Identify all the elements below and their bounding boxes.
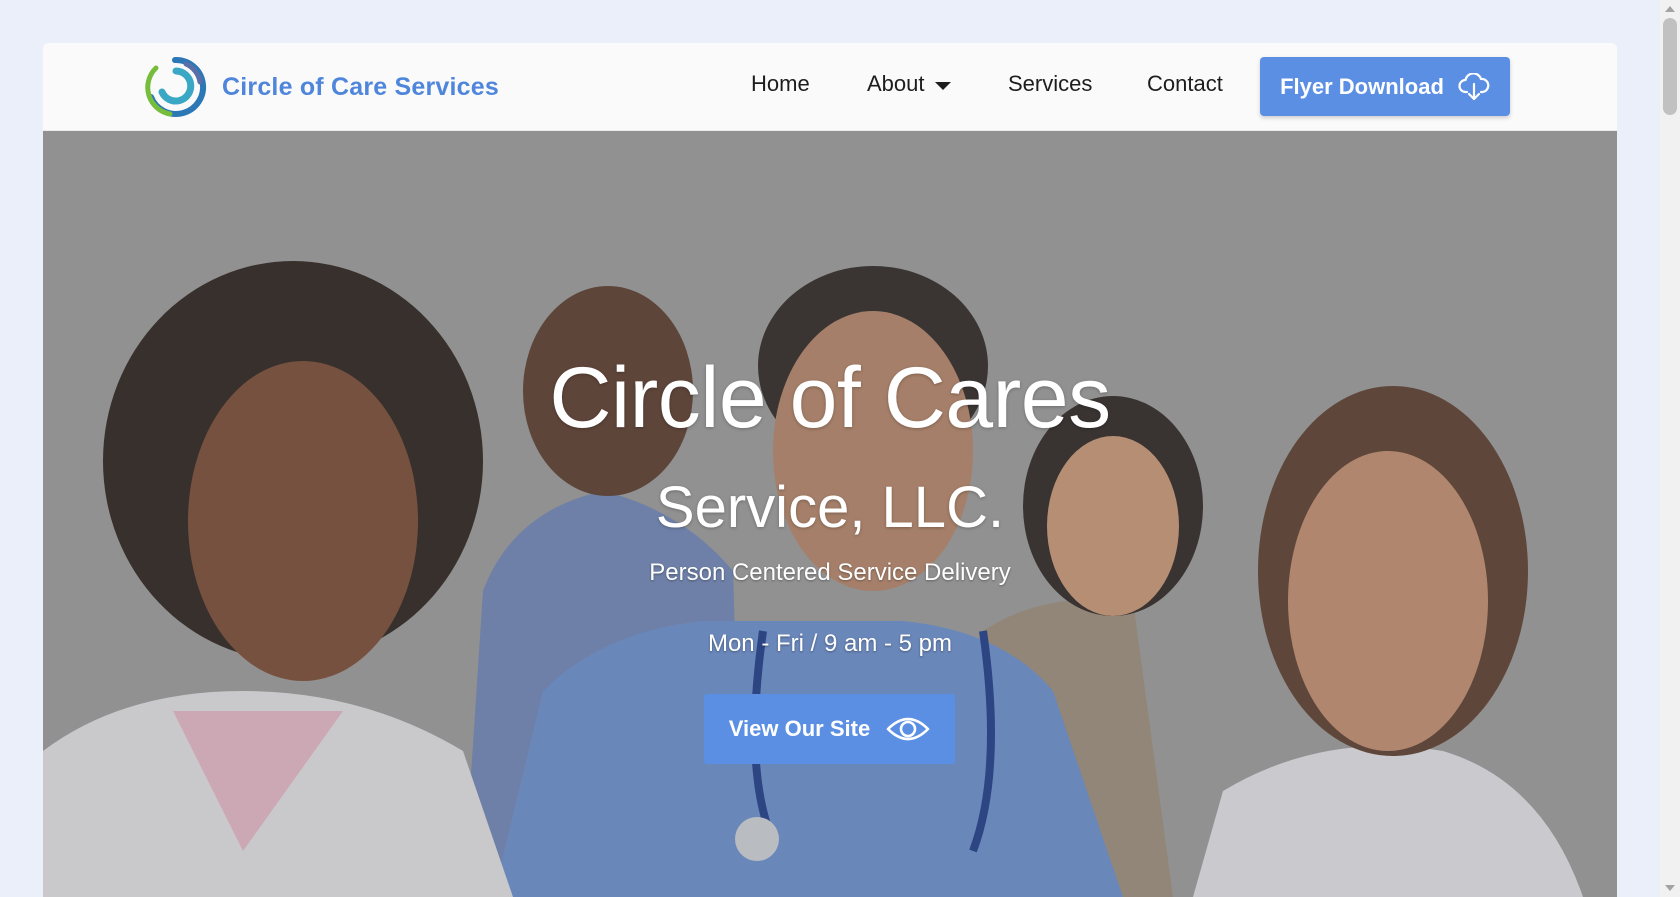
hero-subtitle: Service, LLC. [655, 475, 1005, 540]
nav-about[interactable]: About [867, 71, 951, 97]
hero-section: Circle of Cares Service, LLC. Person Cen… [43, 131, 1617, 897]
scroll-up-arrow-icon[interactable] [1665, 6, 1675, 12]
hero-hours: Mon - Fri / 9 am - 5 pm [707, 630, 953, 657]
nav-contact-label[interactable]: Contact [1147, 71, 1223, 97]
circle-swirl-logo [145, 56, 207, 117]
flyer-download-label[interactable]: Flyer Download [1280, 74, 1444, 100]
eye-icon[interactable] [886, 715, 930, 743]
brand[interactable]: Circle of Care Services [140, 53, 499, 121]
nav-about-label[interactable]: About [867, 71, 925, 97]
cloud-download-icon[interactable] [1458, 72, 1490, 101]
caret-down-icon[interactable] [934, 81, 951, 90]
nav-home-label[interactable]: Home [751, 71, 810, 97]
flyer-download-button[interactable]: Flyer Download [1260, 57, 1510, 116]
view-our-site-button[interactable]: View Our Site [704, 694, 955, 764]
brand-name[interactable]: Circle of Care Services [222, 73, 499, 102]
nav-home[interactable]: Home [751, 71, 810, 97]
nav-contact[interactable]: Contact [1147, 71, 1223, 97]
view-our-site-label[interactable]: View Our Site [729, 716, 870, 742]
navbar: Circle of Care Services Home About Servi… [43, 43, 1617, 131]
scrollbar-thumb[interactable] [1663, 18, 1677, 115]
scrollbar[interactable] [1660, 0, 1680, 897]
hero-title: Circle of Cares [549, 350, 1111, 446]
website-page: Circle of Care Services Home About Servi… [43, 43, 1617, 897]
nav-services-label[interactable]: Services [1008, 71, 1092, 97]
hero-tagline: Person Centered Service Delivery [649, 559, 1011, 586]
scroll-down-arrow-icon[interactable] [1665, 885, 1675, 891]
nav-services[interactable]: Services [1008, 71, 1092, 97]
